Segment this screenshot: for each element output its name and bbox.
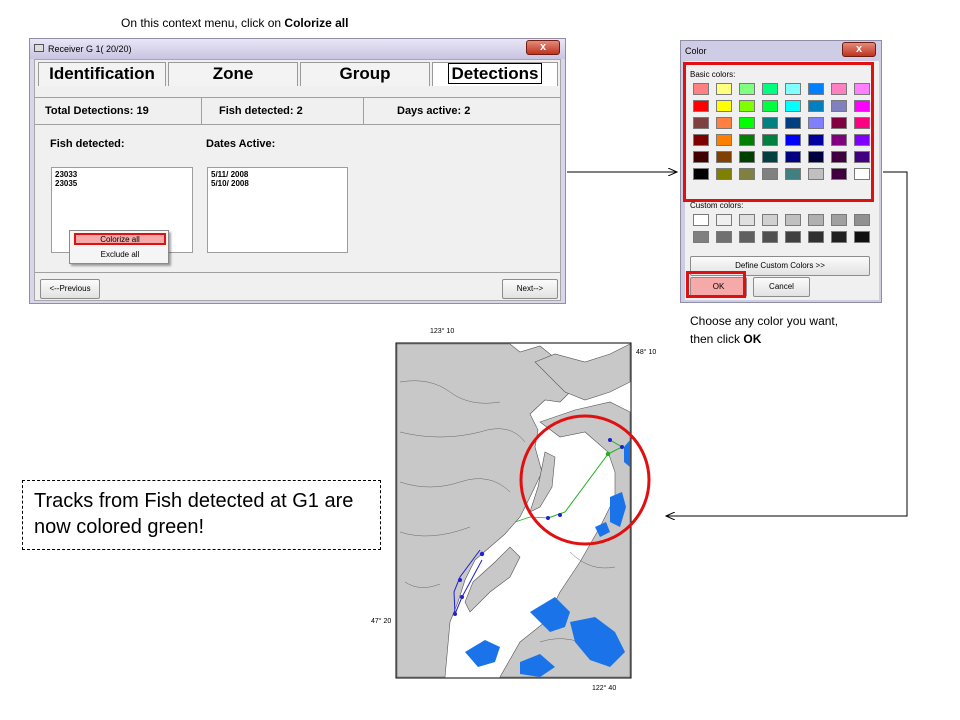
lat-bottom-label: 47° 20 (371, 617, 391, 625)
detection-point (605, 451, 611, 457)
map-panel: 123° 10 122° 40 48° 10 47° 20 (370, 322, 660, 694)
detection-point (558, 513, 562, 517)
detection-point (453, 612, 457, 616)
detection-point (479, 551, 485, 557)
lon-left-label: 123° 10 (430, 327, 454, 335)
lat-top-label: 48° 10 (636, 348, 656, 356)
detection-point (460, 595, 464, 599)
detection-point (608, 438, 612, 442)
detection-point (620, 445, 624, 449)
lon-right-label: 122° 40 (592, 684, 616, 692)
result-note: Tracks from Fish detected at G1 are now … (22, 480, 381, 550)
detection-point (458, 578, 462, 582)
arrow-to-map (666, 171, 908, 516)
puget-sound-map: 123° 10 122° 40 48° 10 47° 20 (371, 327, 656, 692)
detection-point (546, 516, 550, 520)
